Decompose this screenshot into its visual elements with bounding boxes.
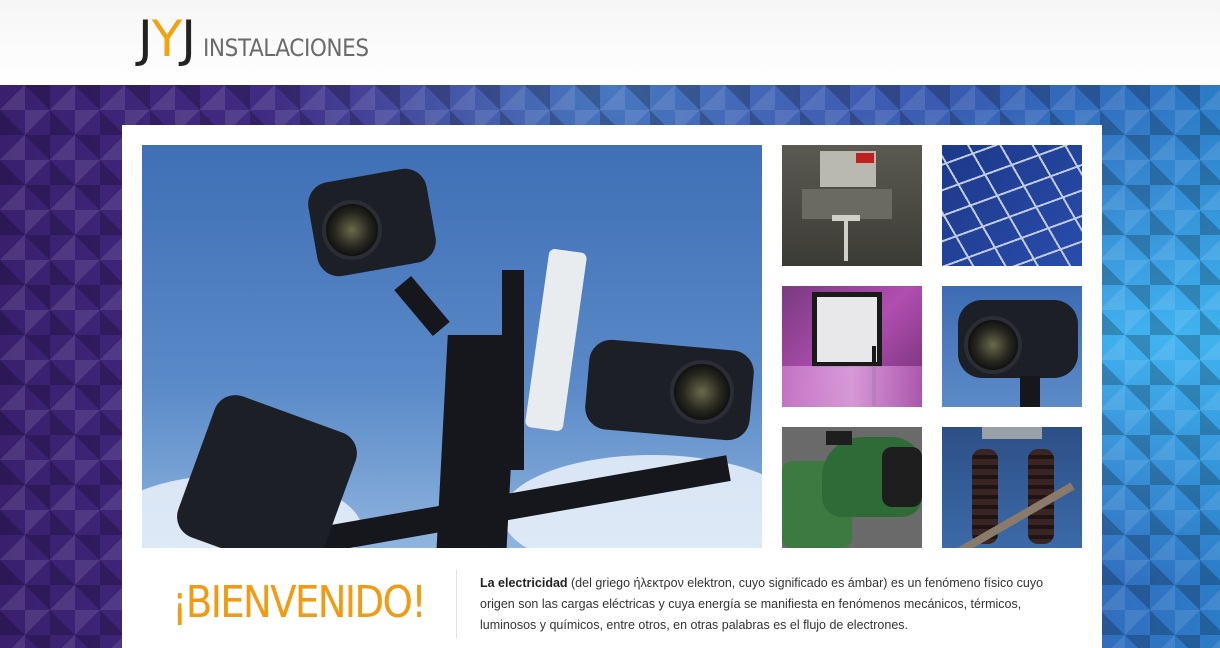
site-logo[interactable]: JYJ INSTALACIONES — [138, 8, 387, 64]
thumbnail-power-insulators[interactable] — [942, 427, 1082, 548]
hero-image[interactable] — [142, 145, 762, 548]
logo-subtitle: INSTALACIONES — [203, 34, 369, 62]
thumbnail-security-camera[interactable] — [942, 286, 1082, 407]
site-header: JYJ INSTALACIONES — [0, 0, 1220, 85]
welcome-title: ¡BIENVENIDO! — [172, 577, 427, 628]
logo-mark: JYJ — [138, 10, 196, 68]
thumbnail-presentation[interactable] — [782, 286, 922, 407]
thumbnail-water-pump[interactable] — [782, 427, 922, 548]
welcome-divider — [456, 569, 457, 639]
welcome-intro-text: La electricidad (del griego ήλεκτρον ele… — [480, 573, 1070, 636]
intro-lead-bold: La electricidad — [480, 576, 568, 590]
content-panel: ¡BIENVENIDO! La electricidad (del griego… — [122, 125, 1102, 648]
thumbnail-electrical-panel[interactable] — [782, 145, 922, 266]
thumbnail-solar-panel[interactable] — [942, 145, 1082, 266]
